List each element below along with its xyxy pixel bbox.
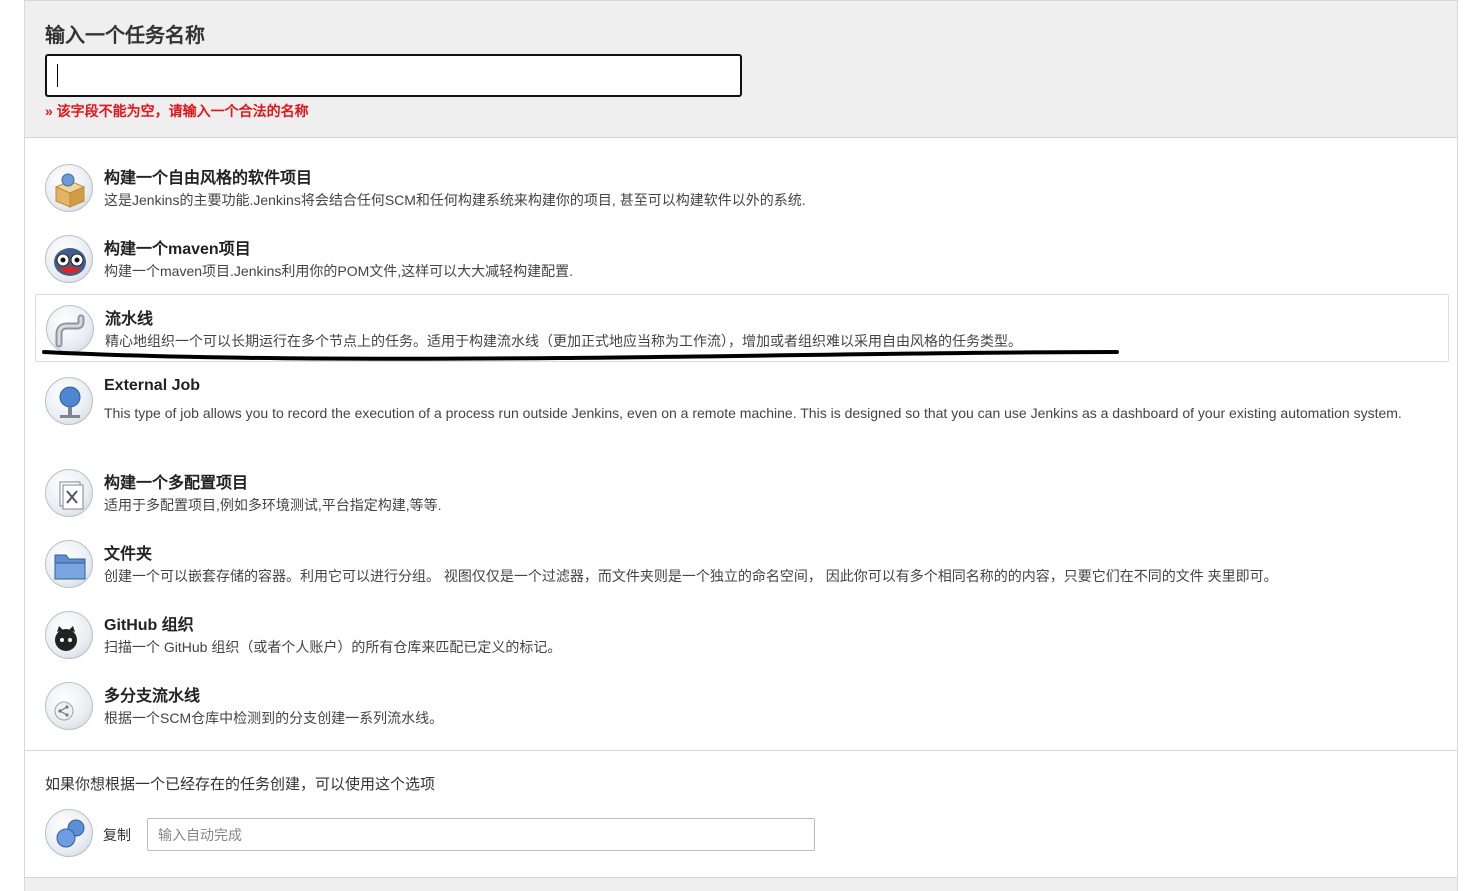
monitor-globe-icon	[45, 377, 93, 425]
item-type-github-org[interactable]: GitHub 组织 扫描一个 GitHub 组织（或者个人账户）的所有仓库来匹配…	[35, 601, 1449, 669]
item-type-multi-config[interactable]: 构建一个多配置项目 适用于多配置项目,例如多环境测试,平台指定构建,等等.	[35, 459, 1449, 527]
item-title: 多分支流水线	[104, 688, 201, 705]
item-title: 构建一个maven项目	[104, 241, 251, 258]
copy-item-icon	[45, 809, 93, 857]
maven-owl-icon	[45, 235, 93, 283]
item-description: 扫描一个 GitHub 组织（或者个人账户）的所有仓库来匹配已定义的标记。	[104, 639, 562, 655]
copy-hint: 如果你想根据一个已经存在的任务创建，可以使用这个选项	[45, 776, 436, 793]
item-name-section: 输入一个任务名称 » 该字段不能为空，请输入一个合法的名称	[25, 0, 1457, 138]
github-octocat-icon	[45, 611, 93, 659]
item-type-maven[interactable]: 构建一个maven项目 构建一个maven项目.Jenkins利用你的POM文件…	[35, 225, 1449, 293]
item-name-input[interactable]	[45, 54, 742, 97]
item-description: 构建一个maven项目.Jenkins利用你的POM文件,这样可以大大减轻构建配…	[104, 263, 574, 279]
item-type-freestyle[interactable]: 构建一个自由风格的软件项目 这是Jenkins的主要功能.Jenkins将会结合…	[35, 154, 1449, 222]
item-type-multibranch-pipeline[interactable]: 多分支流水线 根据一个SCM仓库中检测到的分支创建一系列流水线。	[35, 672, 1449, 740]
validation-error: » 该字段不能为空，请输入一个合法的名称	[45, 103, 309, 119]
folder-icon	[45, 540, 93, 588]
copy-from-input[interactable]	[147, 818, 815, 851]
item-type-external-job[interactable]: External Job This type of job allows you…	[35, 367, 1449, 455]
text-caret	[57, 64, 58, 87]
item-description: This type of job allows you to record th…	[104, 405, 1402, 421]
item-type-folder[interactable]: 文件夹 创建一个可以嵌套存储的容器。利用它可以进行分组。 视图仅仅是一个过滤器，…	[35, 530, 1449, 598]
annotation-underline	[42, 350, 1119, 361]
footer-strip	[25, 878, 1457, 891]
item-description: 根据一个SCM仓库中检测到的分支创建一系列流水线。	[104, 710, 444, 726]
new-item-page: 输入一个任务名称 » 该字段不能为空，请输入一个合法的名称 构建一个自由风格的软…	[24, 0, 1458, 891]
package-box-icon	[45, 164, 93, 212]
item-title: 流水线	[105, 311, 154, 328]
config-tools-icon	[45, 469, 93, 517]
item-title: 文件夹	[104, 546, 153, 563]
page-title: 输入一个任务名称	[45, 25, 205, 47]
branch-icon	[45, 682, 93, 730]
copy-label: 复制	[103, 827, 131, 843]
item-description: 这是Jenkins的主要功能.Jenkins将会结合任何SCM和任何构建系统来构…	[104, 192, 806, 208]
item-title: 构建一个自由风格的软件项目	[104, 170, 313, 187]
item-description: 创建一个可以嵌套存储的容器。利用它可以进行分组。 视图仅仅是一个过滤器，而文件夹…	[104, 568, 1278, 584]
item-title: 构建一个多配置项目	[104, 475, 249, 492]
item-title: External Job	[104, 377, 201, 394]
copy-existing-section: 如果你想根据一个已经存在的任务创建，可以使用这个选项 复制	[25, 750, 1457, 878]
item-description: 适用于多配置项目,例如多环境测试,平台指定构建,等等.	[104, 497, 442, 513]
item-title: GitHub 组织	[104, 617, 194, 634]
